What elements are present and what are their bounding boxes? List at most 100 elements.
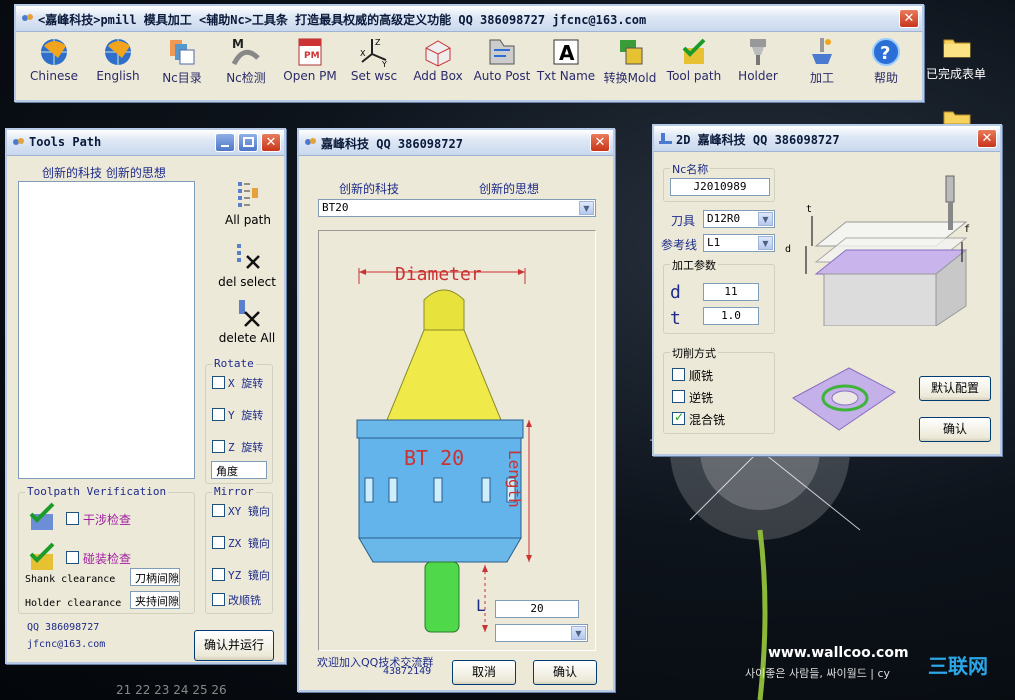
tool-machining-button[interactable]: 加工 — [790, 36, 854, 98]
dropdown-arrow-icon[interactable]: ▼ — [571, 626, 586, 640]
toolpath-check-icon — [682, 38, 706, 64]
tool-chinese-button[interactable]: Chinese — [22, 36, 86, 98]
calendar-numbers: 21 22 23 24 25 26 — [116, 683, 227, 697]
delete-all-icon — [239, 300, 260, 327]
tool-open-pm-button[interactable]: PM Open PM — [278, 36, 342, 98]
holder-title: 嘉峰科技 QQ 386098727 — [321, 137, 463, 151]
tool-nc-check-button[interactable]: M Nc检测 — [214, 36, 278, 98]
mirror-xy-checkbox[interactable] — [212, 504, 225, 517]
tool-label: Nc目录 — [162, 71, 202, 85]
desktop-icon-label[interactable]: 已完成表单 — [926, 65, 986, 82]
toolbar-titlebar[interactable]: <嘉峰科技>pmill 模具加工 <辅助Nc>工具条 打造最具权威的高级定义功能… — [16, 6, 922, 32]
maximize-button[interactable] — [238, 133, 258, 152]
cancel-button[interactable]: 取消 — [452, 660, 516, 685]
collision-check-checkbox[interactable] — [66, 551, 79, 564]
tool-help-button[interactable]: ? 帮助 — [854, 36, 918, 98]
l-input[interactable]: 20 — [495, 600, 579, 618]
climb-label: 顺铣 — [689, 369, 714, 383]
shank-clearance-input[interactable]: 刀柄间隙 — [130, 568, 180, 586]
angle-input[interactable]: 角度 — [211, 461, 267, 479]
delete-select-icon — [237, 244, 260, 269]
mixed-checkbox[interactable] — [672, 410, 685, 425]
tool-set-wsc-button[interactable]: ZX Y Set wsc — [342, 36, 406, 98]
help-icon: ? — [872, 38, 900, 66]
svg-text:PM: PM — [304, 51, 320, 61]
svg-text:?: ? — [880, 43, 890, 64]
rotate-y-label: Y 旋转 — [228, 409, 264, 422]
desktop-folder-icon-2[interactable] — [943, 108, 971, 125]
t-label: t — [670, 308, 681, 329]
verification-group-title: Toolpath Verification — [25, 485, 169, 498]
fig-f-label: f — [964, 224, 971, 235]
reverse-climb-checkbox[interactable] — [212, 593, 225, 606]
del-select-button[interactable]: del select — [215, 242, 279, 292]
holder-clearance-input[interactable]: 夹持间隙 — [130, 591, 180, 609]
toolbar-window: <嘉峰科技>pmill 模具加工 <辅助Nc>工具条 打造最具权威的高级定义功能… — [14, 4, 924, 102]
toolbar-title: <嘉峰科技>pmill 模具加工 <辅助Nc>工具条 打造最具权威的高级定义功能… — [38, 13, 647, 27]
dropdown-arrow-icon[interactable]: ▼ — [758, 236, 773, 250]
toolpath-list[interactable] — [18, 181, 195, 479]
tool-holder-button[interactable]: Holder — [726, 36, 790, 98]
ok-button[interactable]: 确认 — [919, 417, 991, 442]
tool-txt-name-button[interactable]: A Txt Name — [534, 36, 598, 98]
tool-convert-mold-button[interactable]: 转换Mold — [598, 36, 662, 98]
close-button[interactable]: ✕ — [590, 133, 610, 152]
nc-name-input[interactable]: J2010989 — [670, 178, 770, 196]
tool-label: Set wsc — [350, 69, 398, 83]
rotate-z-checkbox[interactable] — [212, 440, 225, 453]
rotate-y-checkbox[interactable] — [212, 408, 225, 421]
tools-path-title: Tools Path — [29, 135, 102, 149]
holder-type-select[interactable]: BT20 ▼ — [318, 199, 596, 217]
2d-titlebar[interactable]: 2D 嘉峰科技 QQ 386098727 ✕ — [654, 126, 1000, 152]
delete-all-label: delete All — [218, 331, 276, 345]
desktop-folder-icon[interactable] — [943, 36, 971, 58]
holder-icon — [750, 39, 766, 65]
tool-add-box-button[interactable]: Add Box — [406, 36, 470, 98]
ref-line-select[interactable]: L1 ▼ — [703, 234, 775, 252]
machining-icon — [812, 38, 832, 64]
climb-checkbox[interactable] — [672, 368, 685, 381]
minimize-button[interactable] — [215, 133, 235, 152]
tool-label: Nc检测 — [226, 71, 266, 85]
tool-select[interactable]: D12R0 ▼ — [703, 210, 775, 228]
interference-check-checkbox[interactable] — [66, 512, 79, 525]
tool-english-button[interactable]: English — [86, 36, 150, 98]
ok-button[interactable]: 确认 — [533, 660, 597, 685]
l-select[interactable]: ▼ — [495, 624, 588, 642]
close-button[interactable]: ✕ — [977, 129, 997, 148]
close-button[interactable]: ✕ — [261, 133, 281, 152]
dropdown-arrow-icon[interactable]: ▼ — [579, 201, 594, 215]
mirror-zx-checkbox[interactable] — [212, 536, 225, 549]
tools-path-titlebar[interactable]: Tools Path ✕ — [7, 130, 284, 156]
del-select-label: del select — [218, 275, 276, 289]
tool-nc-dir-button[interactable]: Nc目录 — [150, 36, 214, 98]
holder-titlebar[interactable]: 嘉峰科技 QQ 386098727 ✕ — [299, 130, 613, 156]
2d-window: 2D 嘉峰科技 QQ 386098727 ✕ Nc名称 J2010989 刀具 … — [652, 124, 1002, 456]
delete-all-button[interactable]: delete All — [215, 298, 279, 348]
mirror-yz-checkbox[interactable] — [212, 568, 225, 581]
mirror-yz-label: YZ 镜向 — [228, 569, 270, 582]
t-input[interactable]: 1.0 — [703, 307, 759, 325]
cut-mode-diagram — [792, 367, 896, 431]
default-config-button[interactable]: 默认配置 — [919, 376, 991, 401]
tool-label: 帮助 — [873, 71, 898, 85]
diameter-label: Diameter — [395, 264, 482, 285]
close-button[interactable]: ✕ — [899, 9, 919, 28]
fig-t-label: t — [806, 204, 813, 215]
confirm-run-button[interactable]: 确认并运行 — [194, 630, 274, 661]
tool-auto-post-button[interactable]: Auto Post — [470, 36, 534, 98]
holder-window: 嘉峰科技 QQ 386098727 ✕ 创新的科技 创新的思想 BT20 ▼ D… — [297, 128, 615, 692]
all-path-button[interactable]: All path — [221, 180, 275, 230]
box-icon — [425, 40, 451, 67]
conventional-checkbox[interactable] — [672, 390, 685, 403]
all-path-label: All path — [225, 213, 271, 227]
tool-label: Auto Post — [473, 69, 531, 83]
d-input[interactable]: 11 — [703, 283, 759, 301]
tool-toolpath-button[interactable]: Tool path — [662, 36, 726, 98]
rotate-x-checkbox[interactable] — [212, 376, 225, 389]
shank-clearance-label: Shank clearance — [25, 574, 116, 585]
dropdown-arrow-icon[interactable]: ▼ — [758, 212, 773, 226]
app-icon — [659, 133, 672, 144]
tool-label: 转换Mold — [603, 71, 657, 85]
mirror-xy-label: XY 镜向 — [228, 505, 270, 518]
